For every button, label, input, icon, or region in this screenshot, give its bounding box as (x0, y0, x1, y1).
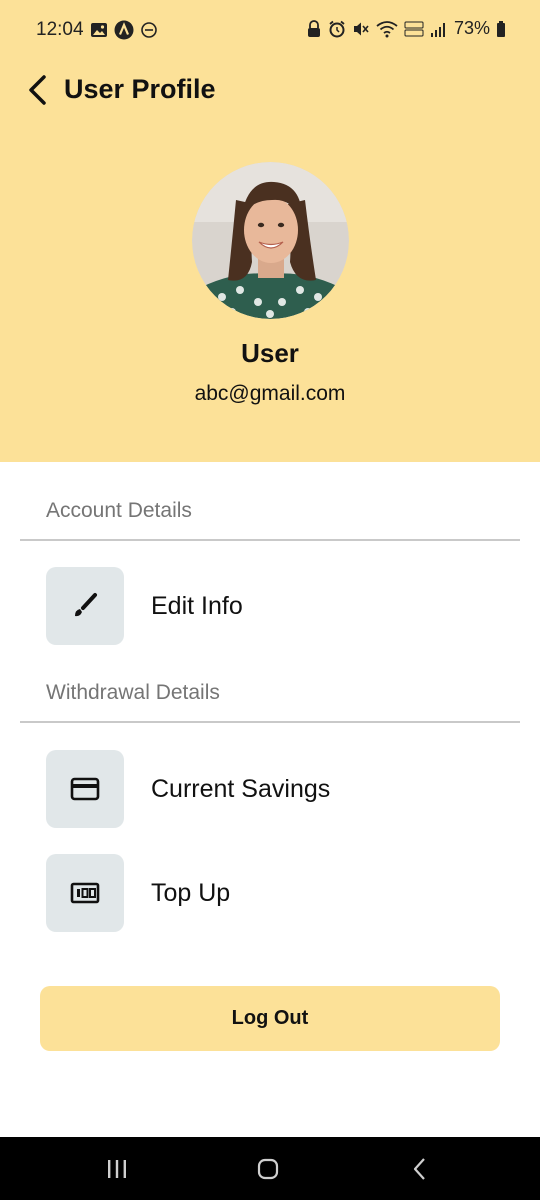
user-email: abc@gmail.com (194, 382, 346, 405)
divider (20, 721, 520, 723)
menu-icon-box (46, 750, 124, 828)
menu-label: Current Savings (151, 774, 331, 803)
back-nav-icon (413, 1158, 425, 1180)
wifi-icon (376, 20, 398, 37)
brush-icon (75, 593, 97, 617)
recent-apps-button[interactable] (92, 1151, 142, 1187)
menu-icon-box (46, 567, 124, 645)
battery-icon (497, 20, 505, 37)
back-button[interactable] (22, 72, 52, 108)
back-nav-button[interactable] (395, 1151, 445, 1187)
menu-label: Edit Info (151, 591, 243, 620)
menu-item-edit-info[interactable]: Edit Info (46, 566, 506, 646)
section-label-withdrawal-details: Withdrawal Details (46, 681, 220, 704)
page-title: User Profile (64, 74, 216, 104)
user-name: User (241, 338, 299, 368)
chevron-left-icon (29, 75, 46, 105)
volte-icon (404, 21, 424, 36)
alarm-icon (329, 20, 345, 37)
avatar (192, 162, 349, 319)
avatar-photo (192, 162, 349, 319)
menu-item-current-savings[interactable]: Current Savings (46, 749, 506, 829)
logout-button[interactable]: Log Out (40, 986, 500, 1051)
status-bar: 12:04 73% (0, 0, 540, 62)
app-a-icon (114, 20, 134, 40)
menu-label: Top Up (151, 878, 231, 907)
home-icon (257, 1158, 279, 1180)
mute-icon (353, 22, 369, 35)
credit-card-icon (70, 777, 100, 801)
cash-icon (70, 882, 100, 904)
profile-header: 12:04 73% User Profile User abc@gmail.co… (0, 0, 540, 462)
battery-percent: 73% (453, 18, 490, 38)
status-time: 12:04 (36, 19, 84, 40)
status-notification-icons (90, 20, 158, 40)
dnd-icon (141, 22, 157, 38)
image-icon (91, 23, 107, 37)
recent-apps-icon (108, 1160, 126, 1178)
menu-item-top-up[interactable]: Top Up (46, 853, 506, 933)
lock-icon (307, 19, 320, 37)
home-button[interactable] (243, 1151, 293, 1187)
section-label-account-details: Account Details (46, 499, 192, 522)
menu-icon-box (46, 854, 124, 932)
signal-icon (430, 22, 445, 37)
status-system-icons: 73% (306, 18, 506, 39)
divider (20, 539, 520, 541)
system-nav-bar (0, 1137, 540, 1200)
